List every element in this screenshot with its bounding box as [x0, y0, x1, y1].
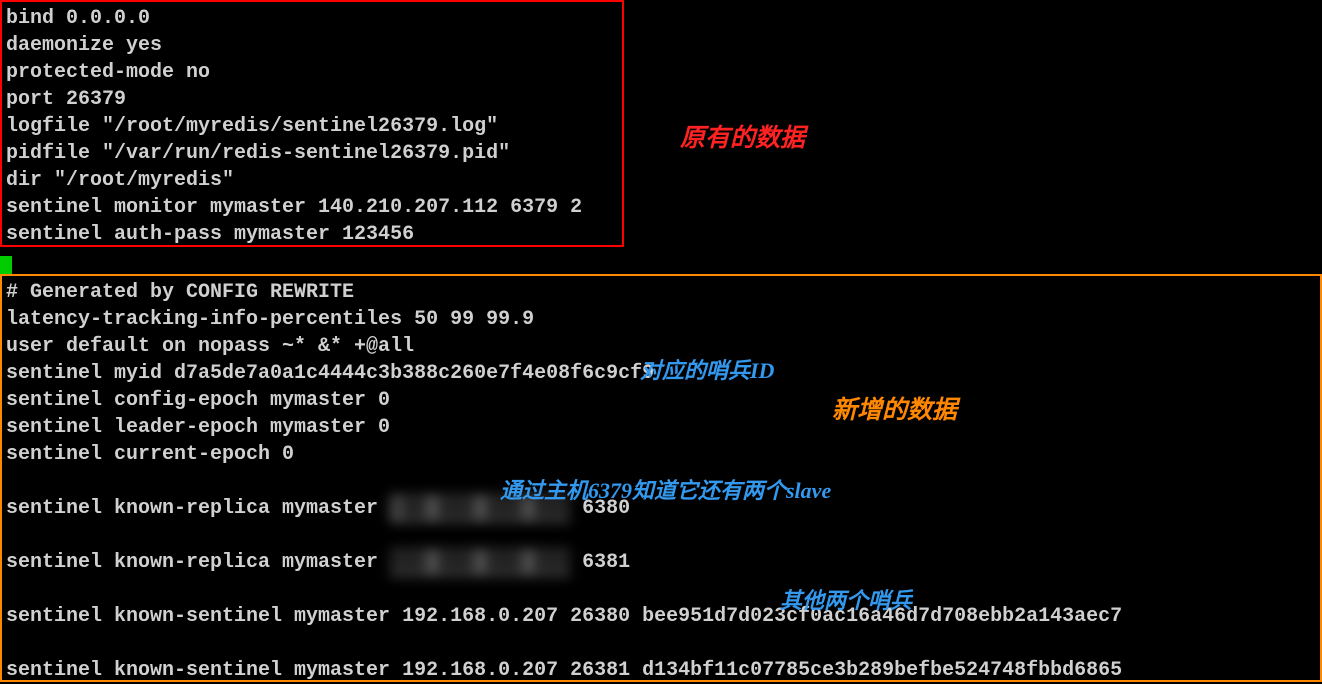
annotation-slaves-note: 通过主机6379知道它还有两个slave [500, 473, 831, 505]
config-line: sentinel config-epoch mymaster 0 [6, 387, 1316, 414]
config-line: sentinel auth-pass mymaster 123456 [6, 221, 618, 248]
config-line-sentinel: sentinel known-sentinel mymaster 192.168… [6, 657, 1316, 684]
config-line: sentinel monitor mymaster 140.210.207.11… [6, 194, 618, 221]
config-line: dir "/root/myredis" [6, 167, 618, 194]
terminal-cursor [0, 256, 12, 276]
config-line: protected-mode no [6, 59, 618, 86]
config-header: # Generated by CONFIG REWRITE [6, 279, 1316, 306]
config-line: daemonize yes [6, 32, 618, 59]
annotation-original-data: 原有的数据 [680, 118, 805, 154]
config-line: pidfile "/var/run/redis-sentinel26379.pi… [6, 140, 618, 167]
annotation-other-sentinels: 其他两个哨兵 [780, 583, 912, 615]
config-line: port 26379 [6, 86, 618, 113]
config-line-replica: sentinel known-replica mymaster ███.███.… [6, 549, 1316, 576]
config-line: logfile "/root/myredis/sentinel26379.log… [6, 113, 618, 140]
config-line: sentinel current-epoch 0 [6, 441, 1316, 468]
config-line: latency-tracking-info-percentiles 50 99 … [6, 306, 1316, 333]
config-line-sentinel: sentinel known-sentinel mymaster 192.168… [6, 603, 1316, 630]
original-config-box: bind 0.0.0.0 daemonize yes protected-mod… [0, 0, 624, 247]
config-line: bind 0.0.0.0 [6, 5, 618, 32]
config-line: sentinel leader-epoch mymaster 0 [6, 414, 1316, 441]
annotation-sentinel-id: 对应的哨兵ID [640, 353, 774, 385]
annotation-new-data: 新增的数据 [832, 390, 957, 426]
redacted-ip: ███.███.███.███ [390, 549, 570, 576]
